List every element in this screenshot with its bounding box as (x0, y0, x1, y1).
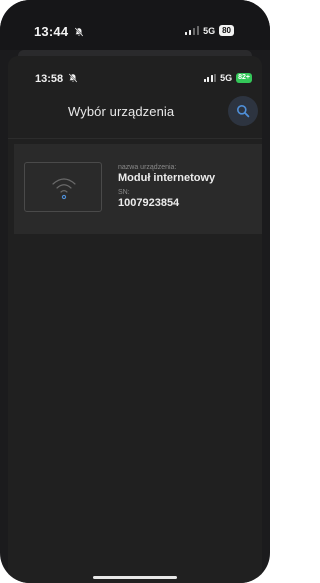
search-icon (237, 105, 250, 118)
device-sn-label: SN: (118, 189, 130, 196)
bell-muted-icon (68, 73, 78, 83)
header-divider (8, 138, 262, 139)
app-screen: 13:58 5G 82+ Wybór urządzenia nazwa urzą… (8, 56, 262, 583)
device-list-item[interactable]: nazwa urządzenia: Moduł internetowy SN: … (14, 144, 262, 234)
outer-signal-group: 5G 80 (184, 25, 234, 36)
outer-time-text: 13:44 (34, 24, 69, 39)
signal-icon (203, 74, 217, 82)
device-info: nazwa urządzenia: Moduł internetowy SN: … (118, 164, 215, 209)
home-indicator[interactable] (93, 576, 177, 579)
page-title: Wybór urządzenia (68, 104, 175, 119)
app-header: Wybór urządzenia (8, 92, 262, 134)
bell-muted-icon (74, 27, 84, 37)
outer-status-bar: 13:44 5G 80 (0, 0, 270, 50)
device-name: Moduł internetowy (118, 172, 216, 184)
signal-icon (184, 26, 200, 35)
network-type: 5G (220, 73, 233, 83)
battery-indicator: 80 (219, 25, 234, 36)
device-name-label: nazwa urządzenia: (118, 164, 177, 171)
device-icon-frame (24, 162, 102, 212)
inner-time-text: 13:58 (35, 73, 64, 85)
search-button[interactable] (228, 96, 258, 126)
outer-status-time: 13:44 (34, 24, 84, 39)
inner-status-time: 13:58 (35, 73, 78, 85)
phone-frame: 13:44 5G 80 13:58 5G 82+ Wybór urządzeni… (0, 0, 270, 583)
network-type: 5G (203, 25, 216, 36)
inner-signal-group: 5G 82+ (203, 73, 252, 83)
device-sn: 1007923854 (118, 197, 180, 209)
wifi-icon (52, 178, 76, 200)
battery-indicator: 82+ (236, 73, 252, 83)
